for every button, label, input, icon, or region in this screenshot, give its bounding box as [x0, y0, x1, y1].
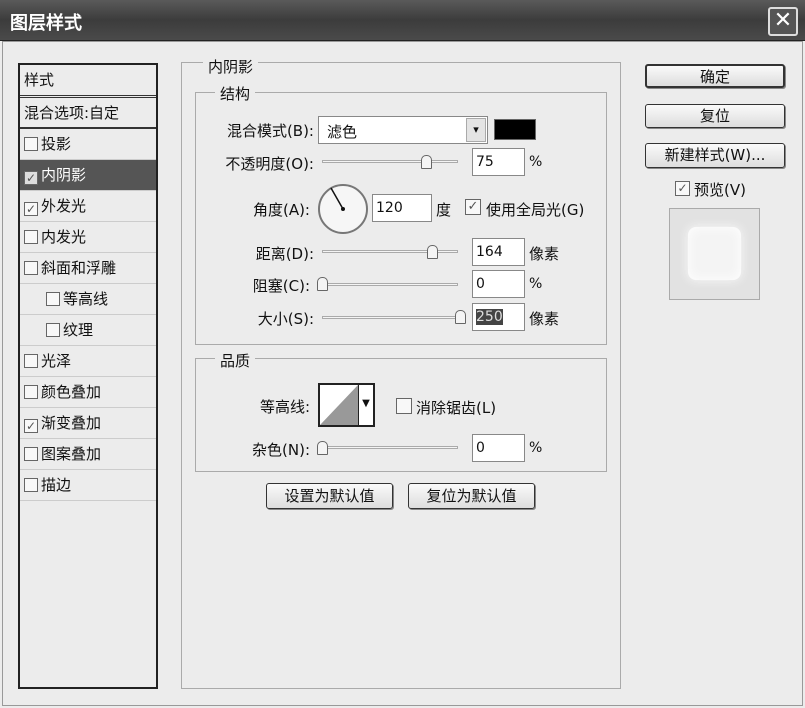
choke-slider-thumb[interactable]	[317, 277, 328, 291]
blend-options-item[interactable]: 混合选项:自定	[20, 98, 156, 129]
opacity-slider[interactable]	[322, 160, 458, 163]
style-item-label: 斜面和浮雕	[41, 259, 117, 277]
noise-input[interactable]: 0	[472, 434, 525, 462]
style-preview-thumbnail	[669, 208, 760, 300]
style-item-checkbox[interactable]	[46, 292, 60, 306]
antialias-checkbox[interactable]	[396, 398, 412, 414]
contour-preview-icon	[320, 385, 358, 425]
choke-unit: %	[529, 276, 543, 292]
size-unit: 像素	[529, 310, 560, 328]
global-light-label: 使用全局光(G)	[486, 201, 585, 219]
window-title: 图层样式	[10, 13, 82, 34]
styles-list: 样式 混合选项:自定 投影 ✓ 内阴影 ✓ 外发光 内发光 斜面和浮雕 等高线 纹理 光泽 颜色叠加…	[18, 63, 158, 689]
contour-dropdown-icon[interactable]: ▼	[358, 385, 373, 425]
contour-label: 等高线:	[259, 398, 310, 416]
style-item-checkbox[interactable]: ✓	[24, 419, 38, 433]
style-item-checkbox[interactable]	[24, 354, 38, 368]
style-item-label: 外发光	[41, 197, 87, 215]
distance-input[interactable]: 164	[472, 238, 525, 266]
reset-default-button[interactable]: 复位为默认值	[408, 483, 535, 509]
style-item-label: 描边	[41, 476, 72, 494]
style-item-label: 渐变叠加	[41, 414, 102, 432]
opacity-label: 不透明度(O):	[225, 155, 314, 173]
style-item-label: 内发光	[41, 228, 87, 246]
antialias-label: 消除锯齿(L)	[416, 399, 497, 417]
angle-input[interactable]: 120	[372, 194, 432, 222]
noise-slider-thumb[interactable]	[317, 441, 328, 455]
style-item-checkbox[interactable]	[24, 478, 38, 492]
style-item-checkbox[interactable]	[24, 447, 38, 461]
noise-label: 杂色(N):	[252, 441, 310, 459]
angle-label: 角度(A):	[252, 201, 310, 219]
distance-unit: 像素	[529, 245, 560, 263]
style-item-checkbox[interactable]	[24, 137, 38, 151]
style-item[interactable]: ✓ 渐变叠加	[20, 408, 156, 439]
style-item-label: 纹理	[63, 321, 94, 339]
style-item[interactable]: 纹理	[20, 315, 156, 346]
ok-button[interactable]: 确定	[645, 64, 785, 88]
style-item[interactable]: 描边	[20, 470, 156, 501]
title-bar	[0, 0, 805, 41]
style-item-checkbox[interactable]: ✓	[24, 202, 38, 216]
style-item[interactable]: ✓ 外发光	[20, 191, 156, 222]
preview-checkbox[interactable]: ✓	[675, 181, 690, 196]
style-item-checkbox[interactable]	[46, 323, 60, 337]
opacity-input[interactable]: 75	[472, 148, 525, 176]
opacity-slider-thumb[interactable]	[421, 155, 432, 169]
structure-title: 结构	[215, 83, 256, 104]
style-item-checkbox[interactable]: ✓	[24, 171, 38, 185]
style-item-label: 等高线	[63, 290, 109, 308]
size-input[interactable]: 250	[472, 303, 525, 331]
preview-label: 预览(V)	[694, 181, 746, 199]
angle-unit: 度	[436, 201, 452, 219]
style-item-label: 投影	[41, 135, 72, 153]
blend-mode-label: 混合模式(B):	[226, 122, 314, 140]
close-button[interactable]: ✕	[768, 7, 798, 36]
distance-label: 距离(D):	[255, 245, 314, 263]
size-label: 大小(S):	[257, 310, 314, 328]
style-item-label: 图案叠加	[41, 445, 102, 463]
choke-input[interactable]: 0	[472, 270, 525, 298]
style-item-checkbox[interactable]	[24, 261, 38, 275]
choke-slider[interactable]	[322, 283, 458, 286]
blend-mode-value: 滤色	[327, 123, 358, 141]
noise-unit: %	[529, 440, 543, 456]
blend-mode-select[interactable]: 滤色 ▾	[318, 116, 488, 144]
style-item-checkbox[interactable]	[24, 385, 38, 399]
style-item[interactable]: 斜面和浮雕	[20, 253, 156, 284]
size-slider[interactable]	[322, 316, 458, 319]
preview-swatch	[688, 227, 741, 280]
contour-picker[interactable]: ▼	[318, 383, 375, 427]
style-item[interactable]: 投影	[20, 129, 156, 160]
angle-dial[interactable]	[316, 182, 370, 236]
chevron-down-icon: ▾	[466, 118, 486, 142]
style-item[interactable]: ✓ 内阴影	[20, 160, 156, 191]
style-item-label: 颜色叠加	[41, 383, 102, 401]
size-slider-thumb[interactable]	[455, 310, 466, 324]
new-style-button[interactable]: 新建样式(W)...	[645, 143, 785, 168]
style-item-label: 光泽	[41, 352, 72, 370]
style-item[interactable]: 等高线	[20, 284, 156, 315]
style-item[interactable]: 内发光	[20, 222, 156, 253]
make-default-button[interactable]: 设置为默认值	[266, 483, 393, 509]
choke-label: 阻塞(C):	[252, 277, 310, 295]
style-item-label: 内阴影	[41, 166, 87, 184]
distance-slider-thumb[interactable]	[427, 245, 438, 259]
style-item[interactable]: 颜色叠加	[20, 377, 156, 408]
reset-button[interactable]: 复位	[645, 104, 785, 128]
style-item-checkbox[interactable]	[24, 230, 38, 244]
quality-title: 品质	[215, 350, 256, 371]
size-value-selected: 250	[476, 309, 503, 325]
inner-shadow-title: 内阴影	[203, 56, 259, 77]
shadow-color-swatch[interactable]	[494, 119, 536, 140]
style-item[interactable]: 图案叠加	[20, 439, 156, 470]
styles-header[interactable]: 样式	[20, 65, 156, 98]
global-light-checkbox[interactable]: ✓	[465, 199, 481, 215]
opacity-unit: %	[529, 154, 543, 170]
noise-slider[interactable]	[322, 446, 458, 449]
style-item[interactable]: 光泽	[20, 346, 156, 377]
